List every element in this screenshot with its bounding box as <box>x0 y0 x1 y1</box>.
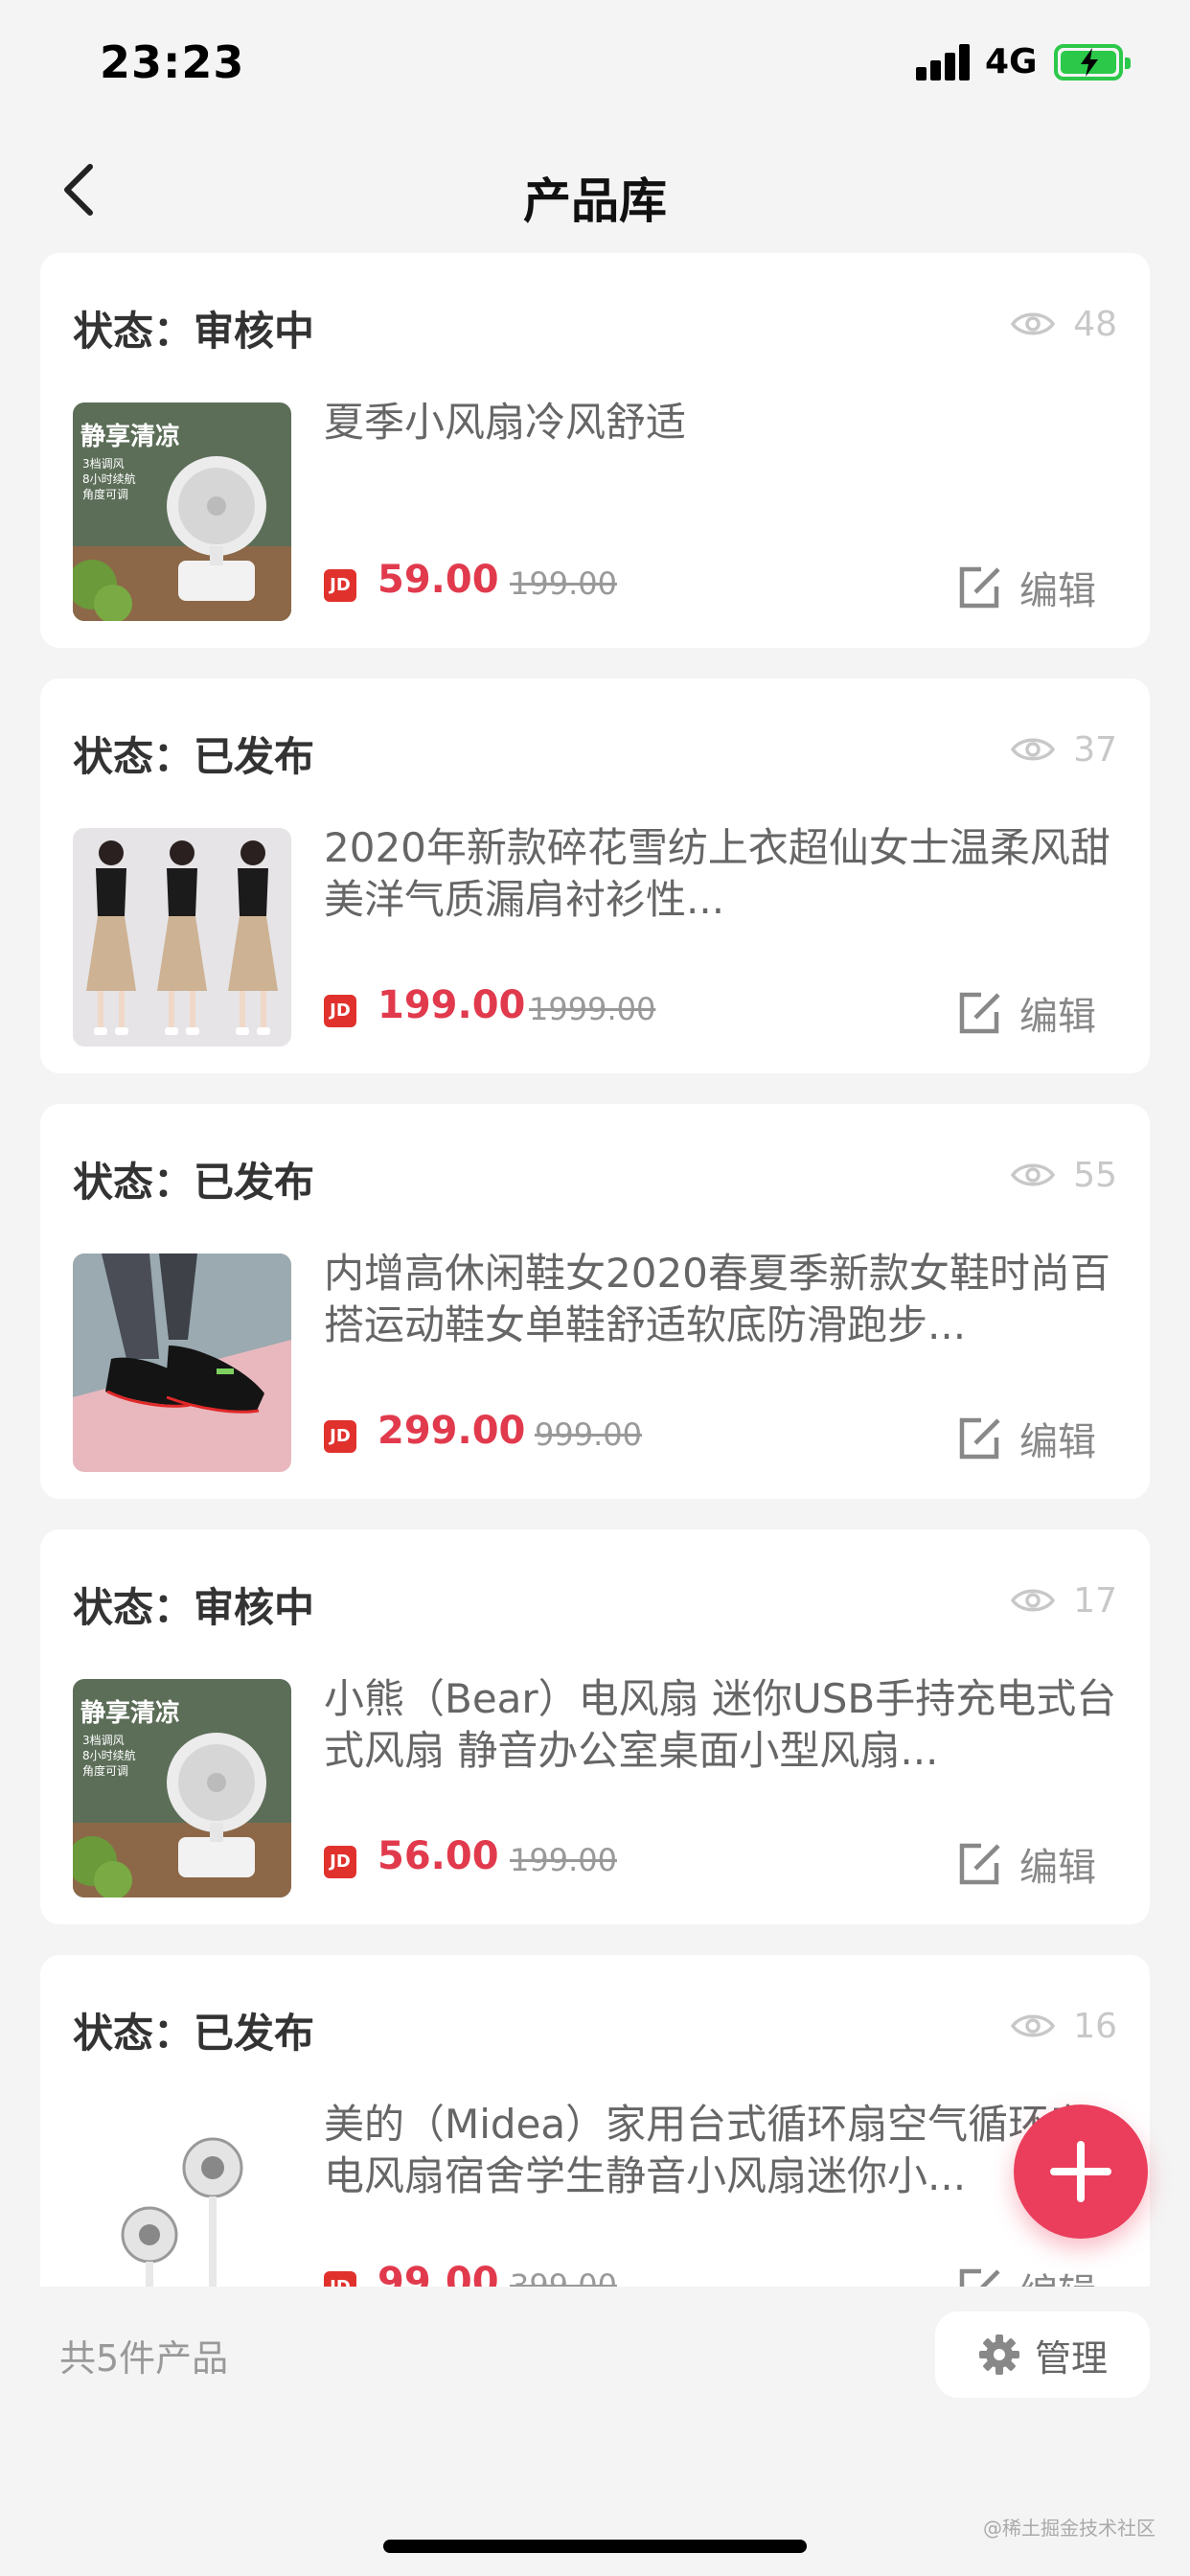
product-card[interactable]: 状态：已发布 55 内增高休闲鞋女2020春夏季新款女鞋时尚百搭运动鞋女单鞋舒适… <box>40 1104 1150 1499</box>
image-line: 3档调风 <box>82 1734 125 1747</box>
product-price: 299.00 <box>378 1409 526 1453</box>
eye-icon <box>1011 2014 1056 2037</box>
view-count-value: 55 <box>1073 1155 1117 1195</box>
product-image[interactable] <box>73 1254 291 1472</box>
manage-button[interactable]: 管理 <box>935 2312 1150 2398</box>
eye-icon <box>1011 312 1056 335</box>
edit-label: 编辑 <box>1019 995 1096 1039</box>
view-count: 48 <box>1010 303 1117 345</box>
edit-label: 编辑 <box>1019 1420 1096 1464</box>
edit-icon <box>959 566 1000 609</box>
battery-icon <box>1054 44 1131 80</box>
edit-button[interactable]: 编辑 <box>958 985 1096 1041</box>
product-image[interactable]: 静享清凉 3档调风 8小时续航 角度可调 <box>73 1679 291 1898</box>
product-price: 199.00 <box>378 983 526 1027</box>
product-title[interactable]: 小熊（Bear）电风扇 迷你USB手持充电式台式风扇 静音办公室桌面小型风扇..… <box>324 1673 1119 1777</box>
edit-icon <box>959 2268 1000 2287</box>
product-image[interactable] <box>73 828 291 1046</box>
jd-badge: JD <box>324 1846 356 1878</box>
signal-icon <box>916 44 970 80</box>
status-time: 23:23 <box>100 36 245 88</box>
product-image[interactable] <box>73 2104 291 2287</box>
edit-button[interactable]: 编辑 <box>958 1411 1096 1466</box>
view-count: 17 <box>1010 1579 1117 1622</box>
view-count-value: 37 <box>1073 729 1117 770</box>
bottom-bar: 共5件产品 管理 @稀土掘金技术社区 <box>0 2287 1190 2576</box>
edit-button[interactable]: 编辑 <box>958 2262 1096 2287</box>
product-title[interactable]: 美的（Midea）家用台式循环扇空气循环扇电风扇宿舍学生静音小风扇迷你小... <box>324 2099 1119 2202</box>
watermark: @稀土掘金技术社区 <box>983 2517 1156 2540</box>
product-card[interactable]: 状态：已发布 16 美的（Midea）家用台式循环扇空气循环扇电风扇宿舍学生静音… <box>40 1955 1150 2287</box>
product-status: 状态：审核中 <box>73 308 315 355</box>
product-title[interactable]: 内增高休闲鞋女2020春夏季新款女鞋时尚百搭运动鞋女单鞋舒适软底防滑跑步... <box>324 1248 1119 1351</box>
original-price: 1999.00 <box>529 991 656 1027</box>
status-bar: 23:23 4G <box>0 0 1190 134</box>
product-price: 59.00 <box>378 558 499 602</box>
image-line: 角度可调 <box>82 487 128 501</box>
add-product-button[interactable] <box>1014 2104 1148 2239</box>
jd-badge: JD <box>324 995 356 1027</box>
jd-badge: JD <box>324 1420 356 1453</box>
page-title: 产品库 <box>523 173 667 229</box>
eye-icon <box>1011 738 1056 761</box>
edit-icon <box>959 992 1000 1034</box>
view-count-value: 17 <box>1073 1580 1117 1621</box>
product-status: 状态：已发布 <box>73 2010 315 2057</box>
product-count: 共5件产品 <box>59 2337 229 2380</box>
edit-button[interactable]: 编辑 <box>958 1836 1096 1892</box>
product-image[interactable]: 静享清凉 3档调风 8小时续航 角度可调 <box>73 402 291 621</box>
view-count-value: 48 <box>1073 304 1117 344</box>
edit-icon <box>959 1417 1000 1460</box>
product-price: 99.00 <box>378 2260 499 2287</box>
jd-badge: JD <box>324 2271 356 2287</box>
product-status: 状态：审核中 <box>73 1584 315 1631</box>
product-list[interactable]: 状态：审核中 48 静享清凉 3档调风 8小时续航 角度可调 夏季小风扇冷风舒适… <box>40 253 1150 2287</box>
product-title[interactable]: 夏季小风扇冷风舒适 <box>324 397 1119 448</box>
edit-label: 编辑 <box>1019 569 1096 613</box>
product-status: 状态：已发布 <box>73 733 315 780</box>
nav-bar: 产品库 <box>0 134 1190 247</box>
original-price: 199.00 <box>510 565 617 602</box>
product-card[interactable]: 状态：审核中 17 静享清凉 3档调风 8小时续航 角度可调 小熊（Bear）电… <box>40 1530 1150 1924</box>
eye-icon <box>1011 1163 1056 1186</box>
original-price: 999.00 <box>535 1416 642 1453</box>
edit-label: 编辑 <box>1019 1846 1096 1890</box>
network-type: 4G <box>985 42 1038 81</box>
original-price: 199.00 <box>510 1842 617 1878</box>
product-status: 状态：已发布 <box>73 1159 315 1206</box>
image-line: 8小时续航 <box>82 1748 136 1762</box>
edit-button[interactable]: 编辑 <box>958 560 1096 615</box>
product-price: 56.00 <box>378 1834 499 1878</box>
original-price: 399.00 <box>510 2267 617 2287</box>
edit-label: 编辑 <box>1019 2262 1096 2287</box>
image-line: 3档调风 <box>82 457 125 471</box>
eye-icon <box>1011 1589 1056 1612</box>
image-line: 角度可调 <box>82 1763 128 1778</box>
product-card[interactable]: 状态：已发布 37 2020年新款碎花雪纺上衣超仙女士温柔风甜美洋气质漏肩衬衫性… <box>40 678 1150 1073</box>
image-line: 8小时续航 <box>82 472 136 486</box>
home-indicator[interactable] <box>383 2540 807 2553</box>
view-count: 37 <box>1010 728 1117 770</box>
gear-icon <box>978 2334 1019 2375</box>
product-title[interactable]: 2020年新款碎花雪纺上衣超仙女士温柔风甜美洋气质漏肩衬衫性... <box>324 822 1119 926</box>
product-card[interactable]: 状态：审核中 48 静享清凉 3档调风 8小时续航 角度可调 夏季小风扇冷风舒适… <box>40 253 1150 648</box>
view-count-value: 16 <box>1073 2006 1117 2046</box>
view-count: 16 <box>1010 2005 1117 2047</box>
jd-badge: JD <box>324 569 356 602</box>
manage-label: 管理 <box>1034 2336 1108 2380</box>
image-headline: 静享清凉 <box>80 422 180 451</box>
edit-icon <box>959 1843 1000 1885</box>
image-headline: 静享清凉 <box>80 1698 180 1728</box>
view-count: 55 <box>1010 1154 1117 1196</box>
